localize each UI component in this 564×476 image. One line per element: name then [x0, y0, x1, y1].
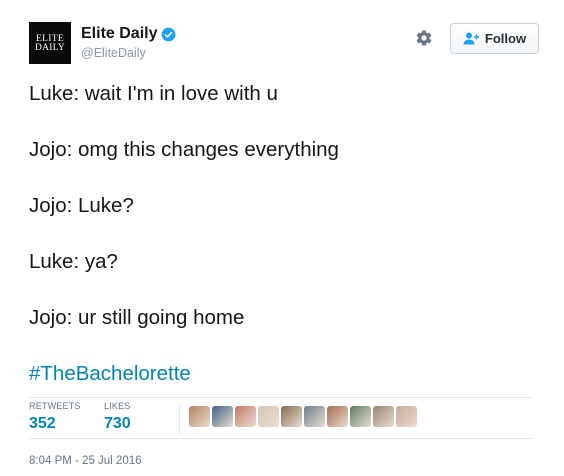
- retweets-label: RETWEETS: [29, 401, 81, 411]
- stats-divider: [179, 404, 180, 434]
- liked-by-avatars: [189, 406, 419, 427]
- tweet-line: Luke: ya?: [29, 250, 118, 273]
- liker-avatar[interactable]: [281, 406, 302, 427]
- tweet-line: Jojo: ur still going home: [29, 306, 245, 329]
- likes-label: LIKES: [104, 401, 131, 411]
- verified-badge-icon: [162, 27, 176, 41]
- liker-avatar[interactable]: [235, 406, 256, 427]
- follow-person-plus-icon: [463, 32, 479, 45]
- liker-avatar[interactable]: [396, 406, 417, 427]
- follow-button[interactable]: Follow: [450, 23, 539, 54]
- retweets-stat[interactable]: RETWEETS 352: [29, 401, 81, 433]
- liker-avatar[interactable]: [373, 406, 394, 427]
- gear-icon[interactable]: [415, 29, 433, 47]
- logo-line-2: DAILY: [34, 43, 66, 53]
- retweets-count: 352: [29, 415, 56, 432]
- liker-avatar[interactable]: [350, 406, 371, 427]
- tweet-timestamp[interactable]: 8:04 PM - 25 Jul 2016: [29, 455, 142, 467]
- liker-avatar[interactable]: [258, 406, 279, 427]
- tweet-line: Jojo: omg this changes everything: [29, 138, 339, 161]
- liker-avatar[interactable]: [189, 406, 210, 427]
- liker-avatar[interactable]: [327, 406, 348, 427]
- liker-avatar[interactable]: [304, 406, 325, 427]
- name-row: Elite Daily: [81, 25, 176, 43]
- tweet-line: Luke: wait I'm in love with u: [29, 82, 278, 105]
- account-avatar-logo[interactable]: ELITE DAILY: [29, 22, 71, 64]
- likes-count: 730: [104, 415, 131, 432]
- likes-stat[interactable]: LIKES 730: [104, 401, 131, 433]
- tweet-text: Luke: wait I'm in love with u Jojo: omg …: [29, 79, 539, 389]
- display-name[interactable]: Elite Daily: [81, 25, 157, 43]
- hashtag-link[interactable]: #TheBachelorette: [29, 359, 539, 389]
- tweet-line: Jojo: Luke?: [29, 194, 134, 217]
- follow-button-label: Follow: [484, 31, 527, 46]
- liker-avatar[interactable]: [212, 406, 233, 427]
- account-handle[interactable]: @EliteDaily: [81, 46, 146, 60]
- tweet-header: ELITE DAILY Elite Daily @EliteDaily Foll…: [29, 19, 539, 67]
- tweet-stats: RETWEETS 352 LIKES 730: [29, 397, 532, 439]
